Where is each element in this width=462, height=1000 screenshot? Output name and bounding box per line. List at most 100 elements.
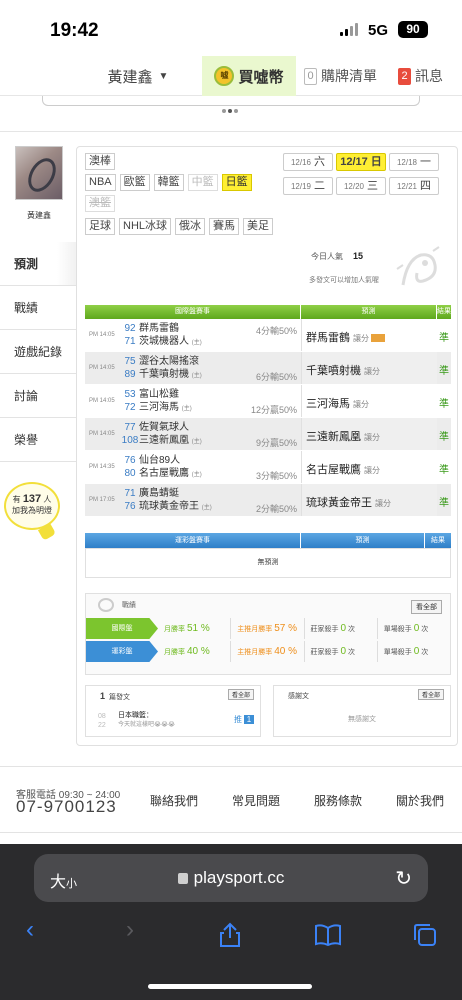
bulb-suffix: 人 [43, 495, 52, 504]
sport-chip[interactable]: NHL冰球 [119, 218, 172, 235]
game-time: PM 17:05 [89, 497, 115, 503]
top-nav: 黃建鑫 ▼ 噓 買噓幣 0 購牌清單 2 訊息 [0, 56, 462, 96]
date-button[interactable]: 12/20 三 [336, 177, 386, 195]
push-count: 推1 [232, 714, 254, 725]
footer-link-about[interactable]: 關於我們 [396, 792, 444, 809]
side-item-predict[interactable]: 預測 [0, 242, 76, 286]
caret-down-icon: ▼ [158, 70, 169, 82]
banner-carousel[interactable] [42, 96, 420, 106]
share-icon[interactable] [218, 922, 242, 948]
sport-chip[interactable]: NBA [85, 174, 116, 191]
sport-chip[interactable]: 俄冰 [175, 218, 206, 235]
empty-message: 無預測 [85, 548, 451, 578]
cart-link[interactable]: 0 購牌清單 [304, 56, 386, 96]
view-all-button[interactable]: 看全部 [417, 689, 444, 700]
carousel-dots[interactable] [222, 109, 238, 113]
handicap-line: 2分輸50% [255, 504, 297, 514]
profile-name: 黃建鑫 [27, 211, 51, 220]
user-dropdown[interactable]: 黃建鑫 ▼ [92, 56, 184, 96]
reload-icon[interactable]: ↻ [395, 866, 412, 891]
empty-message: 無感謝文 [348, 716, 376, 723]
monthly-win-rate: 月勝率 51 % [158, 618, 232, 639]
posts-box: 1 篇發文 看全部 08 22 日本職籃： 今天就這樣吧😭😭😭 推1 [85, 685, 261, 737]
address-bar[interactable]: 大小 playsport.cc ↻ [34, 854, 428, 902]
sport-chip[interactable]: 澳籃 [85, 195, 115, 212]
sport-chip[interactable]: 賽馬 [209, 218, 240, 235]
date-button[interactable]: 12/18 一 [389, 153, 439, 171]
coin-icon: 噓 [214, 66, 235, 86]
sport-chip[interactable]: 足球 [85, 218, 115, 235]
footer-link-faq[interactable]: 常見問題 [232, 792, 280, 809]
game-teams: 富山松雞 三河海馬 (主) [139, 389, 192, 413]
view-all-button[interactable]: 看全部 [227, 689, 254, 700]
divider [0, 131, 462, 132]
date-button[interactable]: 12/19 二 [283, 177, 333, 195]
result-mark: 準 [439, 432, 449, 443]
messages-label: 訊息 [415, 68, 443, 84]
footer-link-contact[interactable]: 聯絡我們 [150, 792, 198, 809]
sport-chip[interactable]: 美足 [243, 218, 274, 235]
date-button[interactable]: 12/21 四 [389, 177, 439, 195]
game-scores: 75 89 [124, 356, 136, 380]
game-time: PM 14:05 [89, 332, 115, 338]
messages-link[interactable]: 2 訊息 [398, 56, 462, 96]
tabs-icon[interactable] [412, 922, 438, 948]
side-item-record[interactable]: 戰績 [0, 286, 76, 330]
side-item-game-log[interactable]: 遊戲紀錄 [0, 330, 76, 374]
buy-coins-button[interactable]: 噓 買噓幣 [202, 56, 296, 96]
table-header: 運彩盤賽事 預測 結果 [85, 533, 451, 548]
result-mark: 準 [439, 333, 449, 344]
lottery-table: 運彩盤賽事 預測 結果 無預測 [85, 533, 451, 578]
clock: 19:42 [50, 20, 99, 41]
game-teams: 群馬雷鶴 茨城機器人 (主) [139, 323, 202, 347]
thanks-title: 感謝文 [288, 693, 309, 700]
sport-chip-selected[interactable]: 日籃 [221, 174, 252, 191]
sport-chip[interactable]: 歐籃 [119, 174, 150, 191]
follow-bulb[interactable]: 有 137 人 加我為明燈 [4, 482, 68, 546]
bookmarks-icon[interactable] [314, 924, 342, 946]
result-mark: 準 [439, 399, 449, 410]
url-field[interactable]: playsport.cc [34, 868, 428, 888]
sport-chip[interactable]: 中籃 [187, 174, 218, 191]
date-button[interactable]: 12/16 六 [283, 153, 333, 171]
view-all-button[interactable]: 看全部 [411, 600, 442, 614]
bulb-icon: 有 137 人 加我為明燈 [4, 482, 60, 530]
browser-toolbar: 大小 playsport.cc ↻ ‹ › [0, 844, 462, 1000]
mascot-icon [396, 246, 440, 286]
table-row: PM 14:05 75 89 澀谷太陽搖滾 千葉噴射機 (主) 6分輸50% 千葉噴射機 讓分… [85, 352, 451, 385]
popularity-value: 15 [353, 251, 364, 261]
game-scores: 76 80 [124, 455, 136, 479]
buy-coins-label: 買噓幣 [238, 68, 284, 86]
record-row: 運彩盤 月勝率 40 % 主推月勝率 40 % 莊家殺手 0 次單場殺手 0 次 [86, 641, 450, 662]
prediction-pick: 千葉噴射機 讓分 [301, 352, 437, 384]
game-teams: 澀谷太陽搖滾 千葉噴射機 (主) [139, 356, 202, 380]
date-button-selected[interactable]: 12/17 日 [336, 153, 386, 171]
table-row: PM 17:05 71 76 廣島蜻蜓 琉球黃金帝王 (主) 2分輸50% 琉球黃金帝王 讓分… [85, 484, 451, 517]
table-header: 國際盤賽事 預測 結果 [85, 305, 451, 319]
forward-icon[interactable]: › [126, 916, 134, 944]
phone-number[interactable]: 07-9700123 [16, 797, 117, 817]
prediction-pick: 三遠新鳳凰 讓分 [301, 418, 437, 450]
footer-link-terms[interactable]: 服務條款 [314, 792, 362, 809]
result-mark: 準 [439, 465, 449, 476]
game-scores: 71 76 [124, 488, 136, 512]
sport-chip[interactable]: 澳棒 [85, 153, 115, 170]
popularity-note: 多發文可以增加人氣喔 [309, 277, 379, 284]
back-icon[interactable]: ‹ [26, 916, 34, 944]
game-scores: 53 72 [124, 389, 136, 413]
profile-card[interactable]: 黃建鑫 [6, 146, 72, 236]
avatar[interactable] [15, 146, 63, 200]
bulb-caption: 加我為明燈 [12, 506, 52, 515]
side-item-honor[interactable]: 榮譽 [0, 418, 76, 462]
post-date: 08 22 [98, 713, 106, 729]
lock-icon [177, 873, 188, 884]
sport-chip[interactable]: 韓籃 [153, 174, 184, 191]
single-killer: 單場殺手 0 次 [383, 623, 429, 634]
table-row: PM 14:05 77 108 佐賀氣球人 三遠新鳳凰 (主) 9分贏50% 三遠新鳳凰 讓分… [85, 418, 451, 451]
game-scores: 92 71 [124, 323, 136, 347]
bulb-prefix: 有 [12, 495, 21, 504]
home-indicator [148, 984, 312, 989]
side-item-discussion[interactable]: 討論 [0, 374, 76, 418]
main-win-rate: 主推月勝率 40 % [231, 641, 305, 662]
main-win-rate: 主推月勝率 57 % [231, 618, 305, 639]
